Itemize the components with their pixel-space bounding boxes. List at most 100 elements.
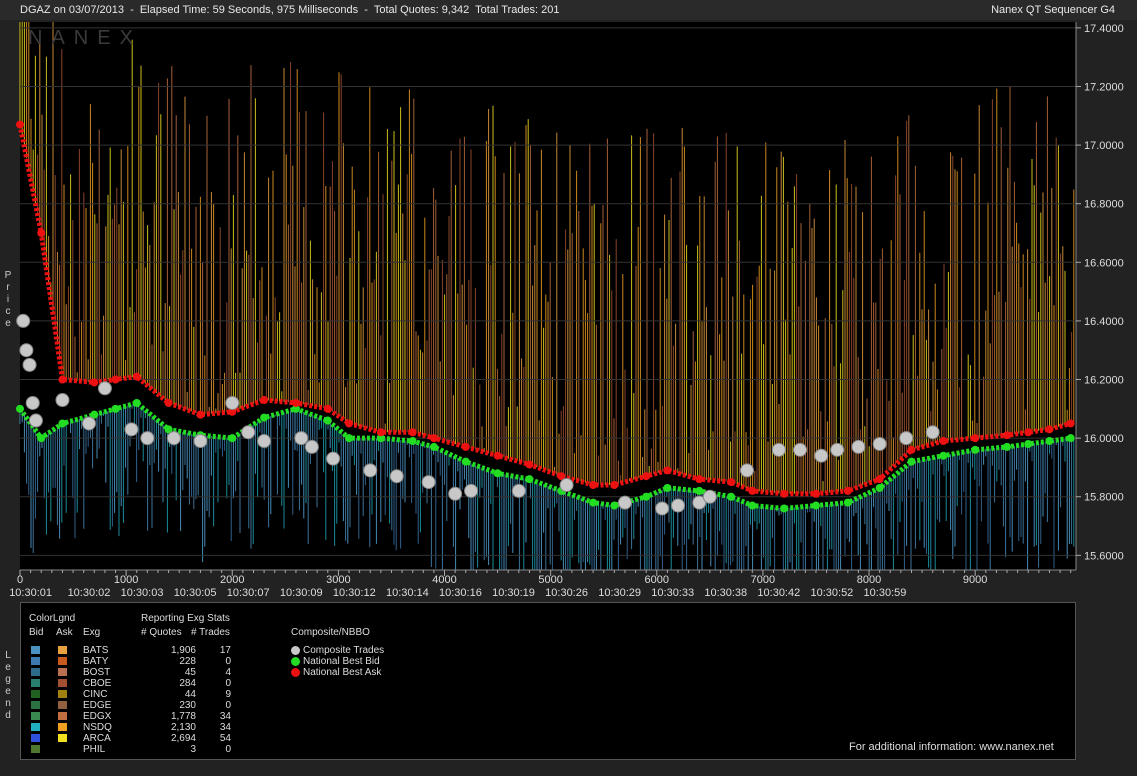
series-point [408, 428, 417, 437]
series-point [907, 457, 916, 466]
quote-count: 2,694 [170, 733, 196, 744]
series-point [971, 434, 980, 443]
series-point [610, 501, 619, 510]
x-time-label: 10:30:12 [333, 587, 376, 599]
series-point [16, 404, 24, 413]
ask-color-swatch [58, 712, 67, 720]
trade-point [830, 442, 845, 457]
series-point [525, 460, 534, 469]
series-point [323, 416, 332, 425]
exchange-name: EDGX [83, 711, 112, 722]
x-tick-label: 8000 [857, 574, 881, 586]
y-tick-label: 17.0000 [1084, 140, 1124, 152]
x-time-label: 10:30:07 [227, 587, 270, 599]
bid-color-swatch [31, 668, 40, 676]
exchange-name: PHIL [83, 744, 106, 755]
trade-point [899, 431, 914, 446]
bid-color-swatch [31, 734, 40, 742]
trade-point [925, 425, 940, 440]
trade-point [389, 469, 404, 484]
ask-color-swatch [58, 668, 67, 676]
exchange-name: EDGE [83, 700, 112, 711]
x-tick-label: 6000 [645, 574, 669, 586]
bid-color-swatch [31, 646, 40, 654]
trade-count: 0 [225, 700, 231, 711]
ask-color-swatch [58, 679, 67, 687]
x-tick-label: 1000 [114, 574, 138, 586]
trade-point [363, 463, 378, 478]
footer-link[interactable]: For additional information: www.nanex.ne… [849, 741, 1054, 753]
y-axis: 15.6000 15.8000 16.0000 16.2000 16.4000 16.60… [1075, 22, 1124, 570]
x-axis: 0 1000 2000 3000 4000 5000 6000 7000 8000 9000 10:… [9, 569, 1076, 599]
trade-point [872, 436, 887, 451]
bid-color-swatch [31, 712, 40, 720]
series-point [727, 478, 736, 487]
series-point [875, 475, 884, 484]
trade-point [166, 431, 181, 446]
series-point [695, 486, 704, 495]
trade-point [464, 483, 479, 498]
exchange-name: CBOE [83, 678, 112, 689]
trade-point [140, 431, 155, 446]
watermark: NANEX [28, 27, 142, 49]
series-point [642, 492, 651, 501]
trade-count: 9 [225, 689, 231, 700]
trade-point [511, 483, 526, 498]
trade-count: 34 [219, 722, 231, 733]
y-tick-label: 16.8000 [1084, 199, 1124, 211]
x-tick-label: 7000 [751, 574, 775, 586]
quote-count: 45 [184, 667, 196, 678]
y-tick-label: 15.6000 [1084, 550, 1124, 562]
series-point [429, 434, 438, 443]
series-point [780, 489, 789, 498]
series-point [748, 501, 757, 510]
x-tick-label: 2000 [220, 574, 244, 586]
x-time-label: 10:30:03 [121, 587, 164, 599]
legend-side-label: Legend [5, 650, 11, 721]
x-time-label: 10:30:01 [9, 587, 52, 599]
x-time-label: 10:30:59 [864, 587, 907, 599]
composite-title: Composite/NBBO [291, 627, 370, 638]
series-point [1024, 428, 1033, 437]
series-point [111, 375, 120, 384]
trade-point [702, 489, 717, 504]
legend-dot-icon [291, 645, 300, 655]
trade-point [16, 313, 31, 328]
quote-count: 230 [179, 700, 196, 711]
series-point [663, 483, 672, 492]
series-point [16, 120, 24, 129]
y-tick-label: 16.6000 [1084, 257, 1124, 269]
x-time-label: 10:30:09 [280, 587, 323, 599]
exchange-name: BATS [83, 645, 109, 656]
series-point [875, 483, 884, 492]
series-point [291, 398, 300, 407]
x-tick-label: 4000 [432, 574, 456, 586]
series-point [1024, 439, 1033, 448]
series-point [1003, 431, 1012, 440]
quote-count: 44 [184, 689, 196, 700]
ask-color-swatch [58, 690, 67, 698]
trade-count: 0 [225, 744, 231, 755]
composite-list: Composite Trades National Best Bid Nationa… [291, 645, 384, 678]
bid-color-swatch [31, 679, 40, 687]
chart-svg: 15.6000 15.8000 16.0000 16.2000 16.4000 16.60… [9, 22, 1124, 599]
series-point [111, 404, 120, 413]
exchange-name: BATY [83, 656, 109, 667]
series-point [811, 489, 820, 498]
series-point [907, 445, 916, 454]
trade-point [771, 442, 786, 457]
trade-point [617, 495, 632, 510]
series-point [971, 445, 980, 454]
x-time-label: 10:30:52 [810, 587, 853, 599]
series-point [58, 375, 67, 384]
series-point [642, 472, 651, 481]
trade-point [326, 451, 341, 466]
series-point [748, 486, 757, 495]
trade-count: 17 [219, 645, 231, 656]
color-legend-title: ColorLgnd [29, 613, 76, 624]
series-point [196, 410, 205, 419]
y-tick-label: 17.4000 [1084, 23, 1124, 35]
x-time-label: 10:30:42 [757, 587, 800, 599]
trade-count: 0 [225, 656, 231, 667]
ask-color-swatch [58, 734, 67, 742]
